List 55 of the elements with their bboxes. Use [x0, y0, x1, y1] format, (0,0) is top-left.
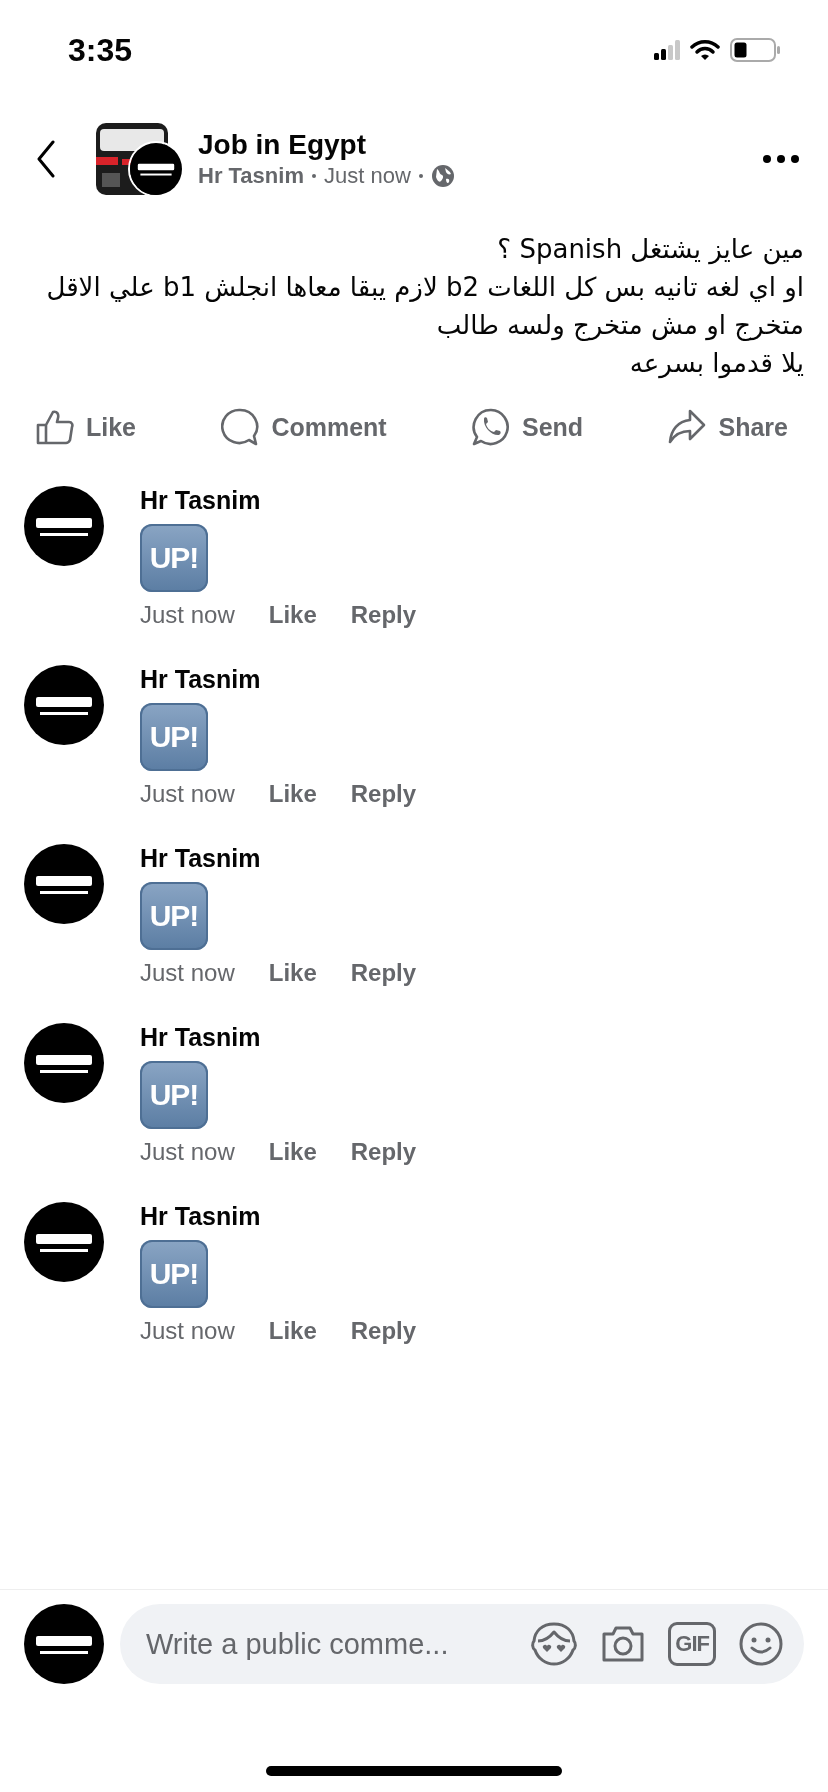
comment-time: Just now [140, 1138, 235, 1166]
status-time: 3:35 [68, 31, 133, 69]
up-sticker: UP! [140, 524, 208, 592]
up-sticker: UP! [140, 1061, 208, 1129]
up-sticker: UP! [140, 703, 208, 771]
commenter-name[interactable]: Hr Tasnim [140, 844, 417, 873]
avatar-face-icon[interactable] [530, 1621, 579, 1667]
comment-time: Just now [140, 959, 235, 987]
globe-icon [430, 164, 455, 188]
author-name[interactable]: Hr Tasnim [198, 163, 304, 189]
post-text: يلا قدموا بسرعه [628, 347, 804, 381]
comment-button[interactable]: Comment [221, 408, 387, 446]
like-link[interactable]: Like [268, 601, 317, 629]
send-button[interactable]: Send [472, 408, 584, 446]
gif-button[interactable]: GIF [668, 1622, 716, 1666]
like-link[interactable]: Like [268, 780, 317, 808]
avatar [130, 143, 182, 195]
comment-time: Just now [140, 1317, 235, 1345]
more-button[interactable] [762, 154, 800, 164]
like-button[interactable]: Like [36, 408, 137, 446]
up-sticker: UP! [140, 882, 208, 950]
up-sticker: UP! [140, 1240, 208, 1308]
speech-bubble-icon [221, 408, 260, 446]
group-name[interactable]: Job in Egypt [198, 129, 762, 161]
reply-link[interactable]: Reply [350, 780, 417, 808]
phone-bubble-icon [472, 408, 510, 446]
commenter-name[interactable]: Hr Tasnim [140, 486, 417, 515]
like-link[interactable]: Like [268, 1138, 317, 1166]
reply-link[interactable]: Reply [350, 1138, 417, 1166]
back-button[interactable] [36, 140, 56, 178]
post-text: مين عايز يشتغل Spanish ؟ [496, 233, 804, 267]
commenter-name[interactable]: Hr Tasnim [140, 1023, 417, 1052]
camera-icon[interactable] [600, 1624, 647, 1664]
share-button[interactable]: Share [668, 408, 788, 446]
post-text: او اي لغه تانيه بس كل اللغات b2 لازم يبقا معاها انجلش b1 علي الاقل [45, 271, 804, 305]
reply-link[interactable]: Reply [350, 1317, 417, 1345]
comment-field[interactable]: Write a public comme... GIF [120, 1604, 804, 1684]
like-link[interactable]: Like [268, 1317, 317, 1345]
post-text: متخرج او مش متخرج ولسه طالب [435, 309, 804, 343]
reply-link[interactable]: Reply [350, 601, 417, 629]
commenter-name[interactable]: Hr Tasnim [140, 665, 417, 694]
wifi-icon [690, 39, 720, 61]
comment-time: Just now [140, 780, 235, 808]
emoji-icon[interactable] [738, 1621, 784, 1667]
reply-link[interactable]: Reply [350, 959, 417, 987]
post-time: Just now [323, 163, 411, 189]
share-arrow-icon [668, 409, 707, 445]
separator-dot [311, 174, 316, 178]
signal-icon [654, 40, 680, 60]
commenter-name[interactable]: Hr Tasnim [140, 1202, 417, 1231]
separator-dot [418, 174, 423, 178]
like-link[interactable]: Like [268, 959, 317, 987]
thumbs-up-icon [36, 409, 74, 445]
battery-icon [730, 38, 780, 62]
comment-time: Just now [140, 601, 235, 629]
